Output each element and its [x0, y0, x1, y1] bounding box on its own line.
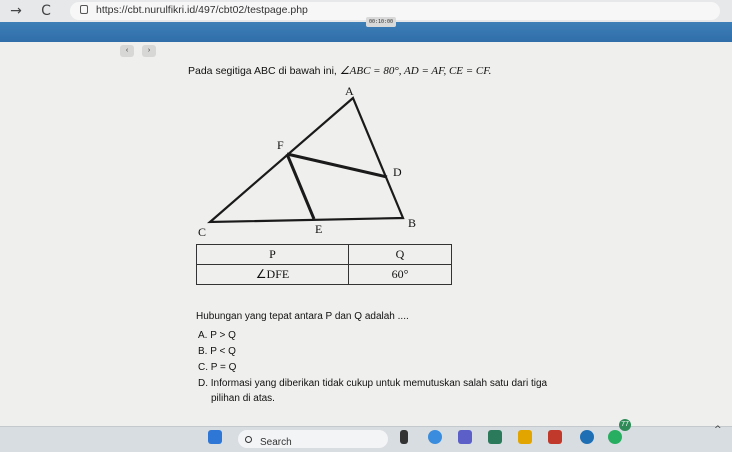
option-d-continuation[interactable]: pilihan di atas. [211, 393, 275, 404]
question-intro: Pada segitiga ABC di bawah ini, [188, 65, 337, 77]
comparison-table: P Q ∠DFE 60° [196, 244, 452, 285]
notification-badge: 77 [619, 419, 631, 431]
option-d-text: Informasi yang diberikan tidak cukup unt… [210, 378, 548, 389]
label-a: A [345, 84, 354, 98]
lock-icon [80, 5, 88, 14]
option-c[interactable]: C. P = Q [198, 362, 236, 373]
search-label: Search [260, 437, 292, 448]
question-text: Pada segitiga ABC di bawah ini, ∠ABC = 8… [188, 64, 491, 77]
option-b-text: P < Q [210, 346, 236, 357]
back-arrow-icon[interactable]: → [8, 3, 24, 19]
value-p: ∠DFE [196, 264, 349, 285]
value-q: 60° [348, 264, 452, 285]
label-c: C [198, 225, 206, 239]
question-condition: ∠ABC = 80°, AD = AF, CE = CF. [339, 65, 492, 77]
folder-icon[interactable] [518, 430, 532, 444]
url-text[interactable]: https://cbt.nurulfikri.id/497/cbt02/test… [96, 4, 308, 16]
whatsapp-icon[interactable] [608, 430, 622, 444]
task-view-icon[interactable] [400, 430, 408, 444]
table-value-row: ∠DFE 60° [196, 264, 452, 285]
option-d[interactable]: D. Informasi yang diberikan tidak cukup … [198, 378, 547, 389]
browser-icon[interactable] [580, 430, 594, 444]
prev-button[interactable]: ‹ [120, 45, 134, 57]
teams-icon[interactable] [458, 430, 472, 444]
option-c-text: P = Q [210, 362, 237, 373]
segment-fd [286, 152, 388, 179]
option-a-text: P > Q [210, 330, 236, 341]
question-prompt: Hubungan yang tepat antara P dan Q adala… [196, 311, 409, 322]
table-header-row: P Q [196, 244, 452, 265]
store-icon[interactable] [488, 430, 502, 444]
option-d-label: D. [198, 378, 208, 389]
reload-icon[interactable]: C [38, 3, 54, 19]
option-b[interactable]: B. P < Q [198, 346, 236, 357]
option-a[interactable]: A. P > Q [198, 330, 236, 341]
next-button[interactable]: › [142, 45, 156, 57]
edge-icon[interactable] [428, 430, 442, 444]
option-c-label: C. [198, 362, 208, 373]
option-a-label: A. [198, 330, 208, 341]
header-p: P [196, 244, 349, 265]
start-icon[interactable] [208, 430, 222, 444]
segment-fe [285, 153, 316, 220]
header-q: Q [348, 244, 452, 265]
tray-chevron-icon[interactable]: ^ [714, 425, 722, 435]
label-d: D [393, 165, 402, 179]
label-f: F [277, 138, 284, 152]
label-b: B [408, 216, 416, 230]
app-icon[interactable] [548, 430, 562, 444]
timer: 00:10:00 [366, 17, 396, 27]
search-icon [245, 436, 252, 443]
option-b-label: B. [198, 346, 208, 357]
label-e: E [315, 222, 322, 236]
triangle-figure: A B C D E F [198, 84, 416, 239]
